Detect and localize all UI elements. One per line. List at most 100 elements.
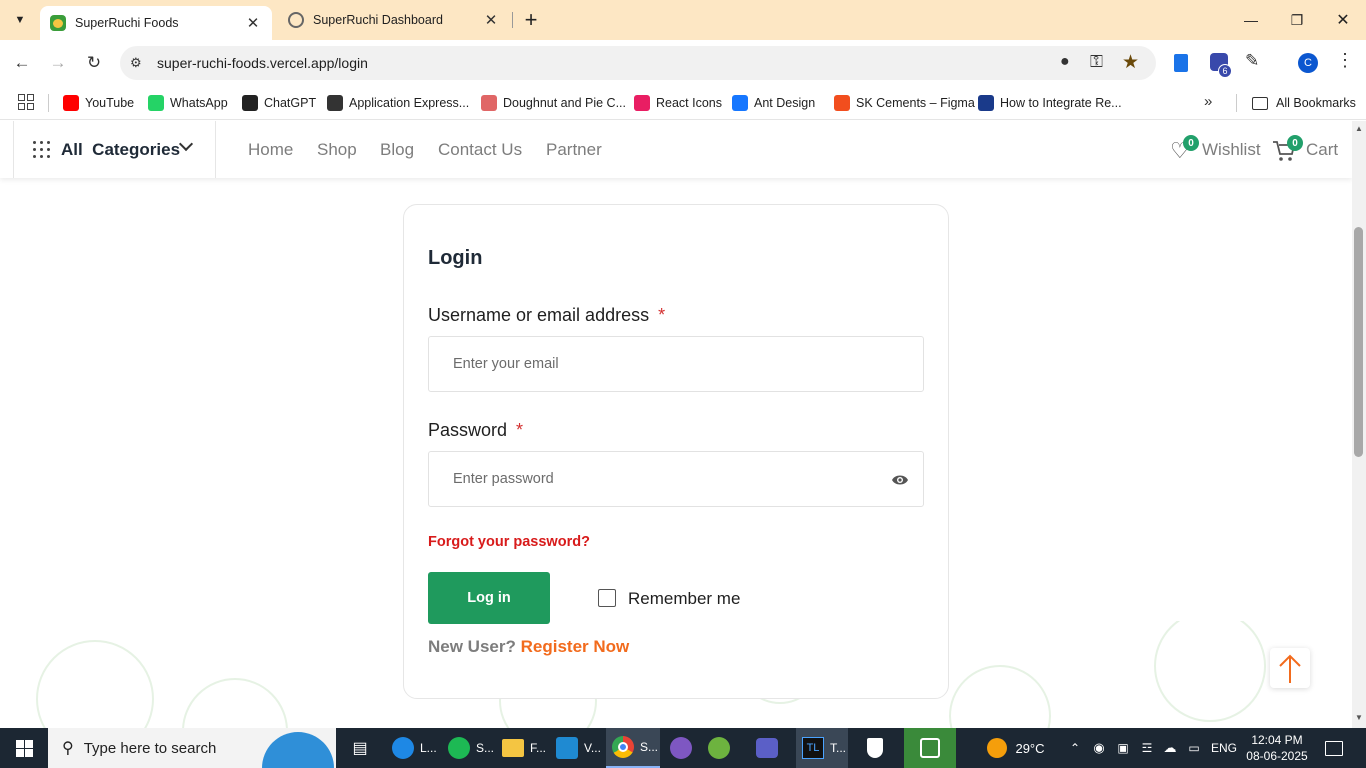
nav-home[interactable]: Home [248, 140, 293, 160]
wishlist-link[interactable]: ♡ 0 Wishlist [1168, 121, 1264, 178]
scroll-up-arrow-icon[interactable]: ▲ [1355, 124, 1363, 133]
email-placeholder: Enter your email [453, 356, 559, 372]
eye-icon[interactable] [891, 473, 909, 487]
forward-arrow-icon[interactable]: → [43, 48, 73, 78]
meet-now-icon[interactable]: ◉ [1090, 728, 1108, 768]
green-sync-app-icon[interactable] [904, 728, 956, 768]
tab-title: SuperRuchi Dashboard [313, 13, 443, 27]
battery-icon[interactable]: ▭ [1184, 728, 1204, 768]
bookmark-label: React Icons [656, 96, 723, 110]
required-asterisk: * [516, 420, 524, 440]
bookmark-item[interactable]: React Icons [634, 92, 722, 114]
login-title: Login [428, 247, 483, 269]
more-bookmarks-chevron-icon[interactable]: » [1204, 93, 1212, 110]
bookmark-item[interactable]: Doughnut and Pie C... [481, 92, 626, 114]
register-row: New User? Register Now [428, 637, 629, 657]
close-window-icon[interactable]: ✕ [1320, 0, 1366, 40]
close-tab-icon[interactable]: ✕ [482, 11, 500, 29]
cart-label: Cart [1306, 140, 1339, 159]
taskbar-search-box[interactable]: ⚲ Type here to search [48, 728, 336, 768]
remember-me-checkbox[interactable] [598, 589, 616, 607]
all-bookmarks-label: All Bookmarks [1276, 96, 1356, 110]
remember-me-label[interactable]: Remember me [628, 589, 740, 609]
taskbar-app-chrome[interactable]: S... [606, 728, 660, 768]
chevron-down-icon [178, 136, 194, 152]
password-key-icon[interactable]: ⚿ [1090, 52, 1103, 72]
bookmark-star-icon[interactable]: ★ [1122, 51, 1139, 74]
login-button[interactable]: Log in [428, 572, 550, 624]
taskbar-app-tl[interactable]: TL T... [796, 728, 848, 768]
close-tab-icon[interactable]: ✕ [244, 14, 262, 32]
tab-superruchi-dashboard[interactable]: SuperRuchi Dashboard ✕ [278, 0, 510, 40]
email-field[interactable]: Enter your email [428, 336, 924, 392]
notifications-icon[interactable] [1320, 728, 1348, 768]
tab-superruchi-foods[interactable]: SuperRuchi Foods ✕ [40, 6, 272, 40]
dots-grid-icon [33, 141, 50, 158]
taskbar-app-file-explorer[interactable]: F... [500, 728, 552, 768]
language-indicator[interactable]: ENG [1208, 728, 1240, 768]
site-info-icon[interactable]: ⚙ [130, 55, 142, 71]
tab-search-button[interactable]: ▼ [6, 7, 34, 33]
weather-widget[interactable]: 29°C [980, 728, 1052, 768]
bookmark-item[interactable]: ChatGPT [242, 92, 316, 114]
spring-leaf-icon[interactable] [702, 728, 736, 768]
wifi-icon[interactable]: ☲ [1138, 728, 1156, 768]
youtube-icon [63, 95, 79, 111]
all-categories-dropdown[interactable]: All Categories [13, 121, 216, 178]
docs-extension-icon[interactable] [1174, 54, 1188, 72]
taskbar-app-spotify[interactable]: S... [444, 728, 496, 768]
github-desktop-icon[interactable] [664, 728, 698, 768]
search-placeholder: Type here to search [83, 739, 217, 757]
back-arrow-icon[interactable]: ← [7, 48, 37, 78]
bookmark-item[interactable]: YouTube [63, 92, 134, 114]
password-label-row: Password * [428, 420, 523, 441]
minimize-icon[interactable]: — [1228, 0, 1274, 40]
nav-contact-us[interactable]: Contact Us [438, 140, 522, 160]
show-hidden-icons-chevron-icon[interactable]: ⌃ [1066, 728, 1084, 768]
apps-grid-icon[interactable] [18, 94, 34, 110]
teams-icon[interactable] [750, 728, 784, 768]
all-bookmarks-folder[interactable]: All Bookmarks [1252, 92, 1356, 114]
bookmark-item[interactable]: Application Express... [327, 92, 469, 114]
vscode-icon [556, 737, 578, 759]
tab-title: SuperRuchi Foods [75, 16, 179, 30]
bookmark-item[interactable]: WhatsApp [148, 92, 228, 114]
start-windows-icon[interactable] [0, 728, 48, 768]
extensions-puzzle-icon[interactable]: ✎ [1245, 51, 1259, 71]
password-placeholder: Enter password [453, 471, 554, 487]
figma-icon [834, 95, 850, 111]
page-scrollbar[interactable]: ▲ ▼ [1352, 121, 1366, 728]
search-highlight-art-icon [262, 732, 334, 768]
scroll-to-top-button[interactable] [1270, 648, 1310, 688]
task-view-icon[interactable]: ▤ [344, 728, 376, 768]
nav-blog[interactable]: Blog [380, 140, 414, 160]
camera-icon[interactable]: ▣ [1114, 728, 1132, 768]
address-bar[interactable]: ⚙ super-ruchi-foods.vercel.app/login ● ⚿… [120, 46, 1156, 80]
taskbar-app-edge[interactable]: L... [386, 728, 438, 768]
react-icon [634, 95, 650, 111]
nav-partner[interactable]: Partner [546, 140, 602, 160]
restore-icon[interactable]: ❐ [1274, 0, 1320, 40]
tab-strip: ▼ SuperRuchi Foods ✕ SuperRuchi Dashboar… [0, 0, 1366, 40]
nav-shop[interactable]: Shop [317, 140, 357, 160]
onedrive-cloud-icon[interactable]: ☁ [1160, 728, 1180, 768]
location-pin-icon[interactable]: ● [1060, 53, 1070, 71]
bookmark-item[interactable]: How to Integrate Re... [978, 92, 1122, 114]
scrollbar-thumb[interactable] [1354, 227, 1363, 457]
bookmark-item[interactable]: SK Cements – Figma [834, 92, 975, 114]
url-text[interactable]: super-ruchi-foods.vercel.app/login [157, 55, 368, 71]
password-field[interactable]: Enter password [428, 451, 924, 507]
cart-link[interactable]: 0 Cart [1272, 121, 1342, 178]
new-tab-plus-icon[interactable]: + [518, 6, 544, 34]
taskbar-app-vscode[interactable]: V... [554, 728, 606, 768]
forgot-password-link[interactable]: Forgot your password? [428, 534, 590, 550]
reload-icon[interactable]: ↻ [79, 48, 109, 78]
scroll-down-arrow-icon[interactable]: ▼ [1355, 713, 1363, 722]
bookmark-item[interactable]: Ant Design [732, 92, 815, 114]
whatsapp-icon [148, 95, 164, 111]
register-now-link[interactable]: Register Now [521, 637, 630, 656]
security-shield-icon[interactable] [858, 728, 892, 768]
profile-avatar[interactable]: C [1298, 53, 1318, 73]
menu-kebab-icon[interactable]: ⋮ [1336, 50, 1354, 71]
clock[interactable]: 12:04 PM 08-06-2025 [1244, 728, 1310, 768]
